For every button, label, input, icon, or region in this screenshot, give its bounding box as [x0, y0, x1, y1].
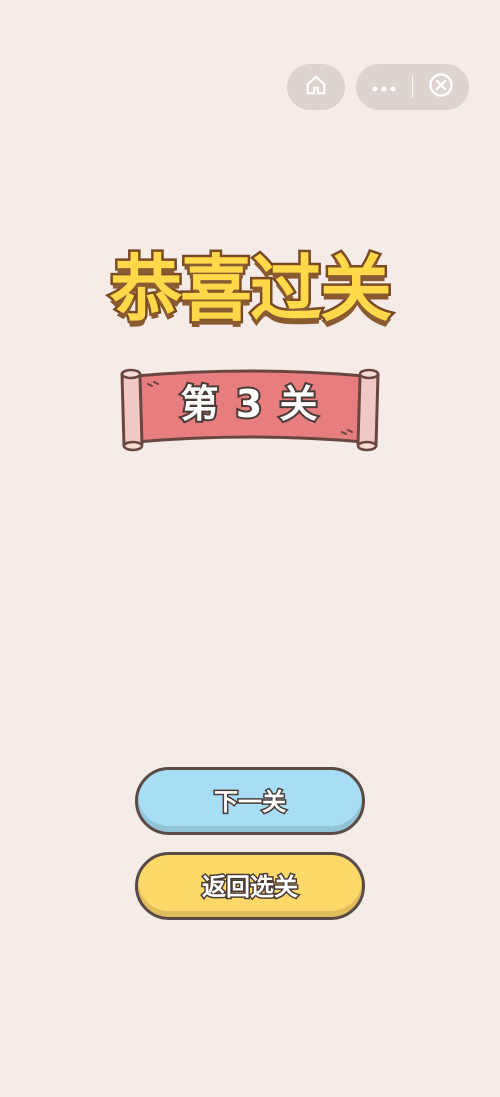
level-number-text: 第 3 关	[179, 380, 320, 428]
back-to-levels-label: 返回选关	[201, 871, 300, 902]
home-icon	[305, 74, 327, 100]
next-level-label: 下一关	[213, 786, 288, 817]
close-button[interactable]	[413, 64, 469, 110]
close-circle-icon	[428, 72, 454, 102]
congrats-title: 恭喜过关	[107, 245, 394, 334]
more-button[interactable]	[356, 64, 412, 110]
back-to-levels-button[interactable]: 返回选关	[135, 852, 365, 920]
game-screen: { "topbar": { "home_icon": "home-icon", …	[0, 0, 500, 1097]
menu-capsule	[356, 64, 469, 110]
next-level-button[interactable]: 下一关	[135, 767, 365, 835]
capsule-divider	[412, 76, 413, 98]
home-button[interactable]	[287, 64, 345, 110]
more-dots-icon	[371, 78, 397, 97]
